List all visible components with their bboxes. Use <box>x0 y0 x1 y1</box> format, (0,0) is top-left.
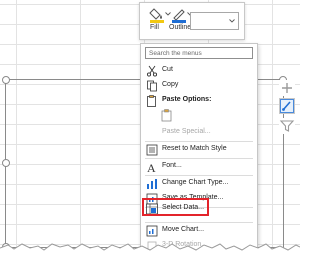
select-data-highlight <box>142 198 209 216</box>
menu-item-font[interactable]: A Font... <box>141 160 257 174</box>
menu-separator <box>145 141 253 142</box>
menu-separator <box>145 175 253 176</box>
plus-icon <box>282 83 292 93</box>
outline-label: Outline <box>169 24 192 31</box>
menu-item-cut[interactable]: Cut <box>141 64 257 78</box>
torn-edge <box>0 243 300 261</box>
menu-item-reset-to-match-style[interactable]: Reset to Match Style <box>141 143 257 157</box>
chevron-down-icon <box>229 19 235 23</box>
menu-separator <box>145 158 253 159</box>
svg-text:A: A <box>147 161 156 173</box>
context-menu: Search the menus Cut Copy Paste Options:… <box>140 43 258 251</box>
outline-button[interactable]: Outline <box>168 5 193 37</box>
chart-styles-button[interactable] <box>279 98 295 114</box>
resize-handle-top-left[interactable] <box>2 76 10 84</box>
fill-label: Fill <box>150 24 159 31</box>
add-chart-element-button[interactable] <box>279 80 295 96</box>
brush-icon <box>280 99 294 113</box>
menu-item-label: Paste Options: <box>162 96 212 103</box>
menu-item-label: Change Chart Type... <box>162 179 229 186</box>
fill-button[interactable]: Fill <box>146 5 171 37</box>
chart-element-selector[interactable] <box>190 12 239 30</box>
chart-type-icon <box>147 179 157 189</box>
font-icon: A <box>147 161 156 173</box>
menu-item-change-chart-type[interactable]: Change Chart Type... <box>141 177 257 191</box>
menu-item-label: Copy <box>162 81 179 88</box>
menu-item-label: Cut <box>162 66 173 73</box>
menu-item-label: Font... <box>162 162 182 169</box>
scissors-icon <box>146 65 158 77</box>
menu-item-label: Paste Special... <box>162 128 211 135</box>
paste-option-icon[interactable] <box>161 109 173 122</box>
search-placeholder: Search the menus <box>149 50 202 57</box>
menu-item-copy[interactable]: Copy <box>141 79 257 93</box>
menu-item-label: Reset to Match Style <box>162 145 227 152</box>
mini-toolbar: Fill Outline <box>139 2 245 40</box>
menu-item-paste-special[interactable]: Paste Special... <box>141 126 257 140</box>
paste-option-row <box>141 109 257 125</box>
paste-icon <box>147 95 156 107</box>
chart-filters-button[interactable] <box>279 118 295 134</box>
copy-icon <box>147 80 157 92</box>
menu-separator <box>145 222 253 223</box>
menu-item-paste-options: Paste Options: <box>141 94 257 108</box>
filter-icon <box>279 120 295 132</box>
menu-search-input[interactable]: Search the menus <box>145 47 253 59</box>
reset-style-icon <box>146 144 158 156</box>
resize-handle-left-mid[interactable] <box>2 159 10 167</box>
